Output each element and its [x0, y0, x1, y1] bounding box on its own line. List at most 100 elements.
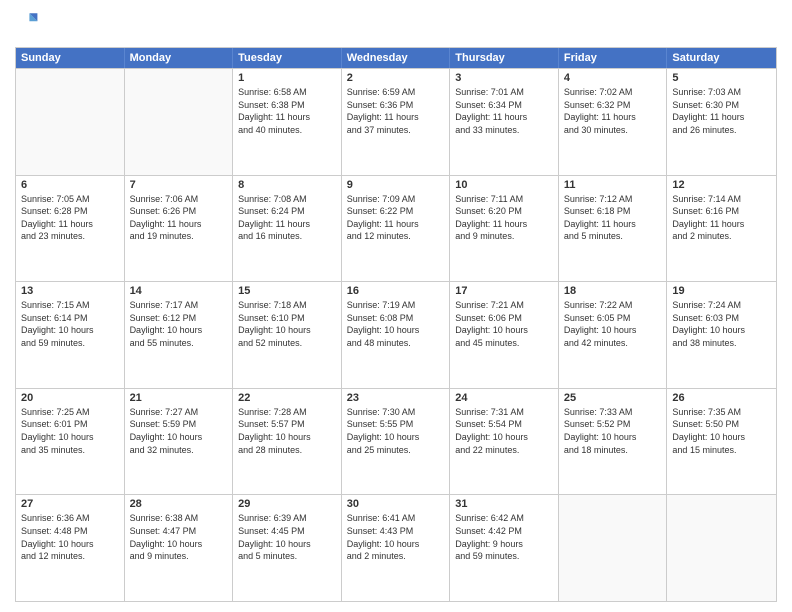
cell-text: Sunrise: 7:05 AMSunset: 6:28 PMDaylight:…	[21, 193, 119, 243]
cell-text: Sunrise: 6:59 AMSunset: 6:36 PMDaylight:…	[347, 86, 445, 136]
calendar-cell-3-5: 25 Sunrise: 7:33 AMSunset: 5:52 PMDayligh…	[559, 389, 668, 495]
header	[15, 10, 777, 39]
cell-text: Sunrise: 7:33 AMSunset: 5:52 PMDaylight:…	[564, 406, 662, 456]
day-number: 31	[455, 498, 553, 510]
logo	[15, 10, 41, 39]
page: SundayMondayTuesdayWednesdayThursdayFrid…	[0, 0, 792, 612]
cell-text: Sunrise: 7:12 AMSunset: 6:18 PMDaylight:…	[564, 193, 662, 243]
cell-text: Sunrise: 6:39 AMSunset: 4:45 PMDaylight:…	[238, 512, 336, 562]
day-number: 23	[347, 392, 445, 404]
calendar-cell-2-0: 13 Sunrise: 7:15 AMSunset: 6:14 PMDayligh…	[16, 282, 125, 388]
cell-text: Sunrise: 7:21 AMSunset: 6:06 PMDaylight:…	[455, 299, 553, 349]
day-number: 1	[238, 72, 336, 84]
header-cell-saturday: Saturday	[667, 48, 776, 68]
cell-text: Sunrise: 7:11 AMSunset: 6:20 PMDaylight:…	[455, 193, 553, 243]
cell-text: Sunrise: 7:14 AMSunset: 6:16 PMDaylight:…	[672, 193, 771, 243]
cell-text: Sunrise: 7:02 AMSunset: 6:32 PMDaylight:…	[564, 86, 662, 136]
calendar-cell-4-0: 27 Sunrise: 6:36 AMSunset: 4:48 PMDayligh…	[16, 495, 125, 601]
day-number: 26	[672, 392, 771, 404]
day-number: 19	[672, 285, 771, 297]
header-cell-tuesday: Tuesday	[233, 48, 342, 68]
calendar-cell-1-1: 7 Sunrise: 7:06 AMSunset: 6:26 PMDaylight…	[125, 176, 234, 282]
day-number: 30	[347, 498, 445, 510]
calendar-cell-4-2: 29 Sunrise: 6:39 AMSunset: 4:45 PMDayligh…	[233, 495, 342, 601]
cell-text: Sunrise: 7:35 AMSunset: 5:50 PMDaylight:…	[672, 406, 771, 456]
day-number: 3	[455, 72, 553, 84]
calendar-cell-4-1: 28Sunrise: 6:38 AMSunset: 4:47 PMDayligh…	[125, 495, 234, 601]
day-number: 6	[21, 179, 119, 191]
calendar-cell-0-1	[125, 69, 234, 175]
calendar-cell-0-2: 1 Sunrise: 6:58 AMSunset: 6:38 PMDaylight…	[233, 69, 342, 175]
day-number: 18	[564, 285, 662, 297]
header-cell-sunday: Sunday	[16, 48, 125, 68]
calendar-cell-2-2: 15 Sunrise: 7:18 AMSunset: 6:10 PMDayligh…	[233, 282, 342, 388]
header-cell-friday: Friday	[559, 48, 668, 68]
day-number: 11	[564, 179, 662, 191]
day-number: 10	[455, 179, 553, 191]
calendar-cell-1-4: 10 Sunrise: 7:11 AMSunset: 6:20 PMDayligh…	[450, 176, 559, 282]
cell-text: Sunrise: 7:08 AMSunset: 6:24 PMDaylight:…	[238, 193, 336, 243]
cell-text: Sunrise: 6:36 AMSunset: 4:48 PMDaylight:…	[21, 512, 119, 562]
calendar-cell-3-1: 21 Sunrise: 7:27 AMSunset: 5:59 PMDayligh…	[125, 389, 234, 495]
calendar-cell-0-4: 3 Sunrise: 7:01 AMSunset: 6:34 PMDaylight…	[450, 69, 559, 175]
header-cell-thursday: Thursday	[450, 48, 559, 68]
header-cell-wednesday: Wednesday	[342, 48, 451, 68]
cell-text: Sunrise: 7:01 AMSunset: 6:34 PMDaylight:…	[455, 86, 553, 136]
cell-text: Sunrise: 7:22 AMSunset: 6:05 PMDaylight:…	[564, 299, 662, 349]
calendar-row-4: 27 Sunrise: 6:36 AMSunset: 4:48 PMDayligh…	[16, 494, 776, 601]
day-number: 22	[238, 392, 336, 404]
day-number: 27	[21, 498, 119, 510]
calendar-row-0: 1 Sunrise: 6:58 AMSunset: 6:38 PMDaylight…	[16, 68, 776, 175]
cell-text: Sunrise: 7:15 AMSunset: 6:14 PMDaylight:…	[21, 299, 119, 349]
cell-text: Sunrise: 7:03 AMSunset: 6:30 PMDaylight:…	[672, 86, 771, 136]
day-number: 15	[238, 285, 336, 297]
cell-text: Sunrise: 7:30 AMSunset: 5:55 PMDaylight:…	[347, 406, 445, 456]
cell-text: Sunrise: 7:31 AMSunset: 5:54 PMDaylight:…	[455, 406, 553, 456]
cell-text: Sunrise: 7:18 AMSunset: 6:10 PMDaylight:…	[238, 299, 336, 349]
calendar-row-3: 20 Sunrise: 7:25 AMSunset: 6:01 PMDayligh…	[16, 388, 776, 495]
day-number: 20	[21, 392, 119, 404]
day-number: 14	[130, 285, 228, 297]
calendar: SundayMondayTuesdayWednesdayThursdayFrid…	[15, 47, 777, 602]
calendar-cell-2-5: 18 Sunrise: 7:22 AMSunset: 6:05 PMDayligh…	[559, 282, 668, 388]
cell-text: Sunrise: 7:24 AMSunset: 6:03 PMDaylight:…	[672, 299, 771, 349]
calendar-cell-3-4: 24Sunrise: 7:31 AMSunset: 5:54 PMDayligh…	[450, 389, 559, 495]
calendar-cell-0-5: 4Sunrise: 7:02 AMSunset: 6:32 PMDaylight…	[559, 69, 668, 175]
cell-text: Sunrise: 7:19 AMSunset: 6:08 PMDaylight:…	[347, 299, 445, 349]
cell-text: Sunrise: 6:41 AMSunset: 4:43 PMDaylight:…	[347, 512, 445, 562]
calendar-cell-2-4: 17Sunrise: 7:21 AMSunset: 6:06 PMDayligh…	[450, 282, 559, 388]
day-number: 9	[347, 179, 445, 191]
day-number: 7	[130, 179, 228, 191]
calendar-cell-0-6: 5 Sunrise: 7:03 AMSunset: 6:30 PMDaylight…	[667, 69, 776, 175]
day-number: 16	[347, 285, 445, 297]
calendar-cell-1-0: 6 Sunrise: 7:05 AMSunset: 6:28 PMDaylight…	[16, 176, 125, 282]
logo-icon	[15, 10, 39, 34]
calendar-cell-3-3: 23 Sunrise: 7:30 AMSunset: 5:55 PMDayligh…	[342, 389, 451, 495]
cell-text: Sunrise: 7:09 AMSunset: 6:22 PMDaylight:…	[347, 193, 445, 243]
day-number: 8	[238, 179, 336, 191]
day-number: 5	[672, 72, 771, 84]
calendar-cell-4-6	[667, 495, 776, 601]
day-number: 25	[564, 392, 662, 404]
calendar-row-2: 13 Sunrise: 7:15 AMSunset: 6:14 PMDayligh…	[16, 281, 776, 388]
calendar-body: 1 Sunrise: 6:58 AMSunset: 6:38 PMDaylight…	[16, 68, 776, 601]
calendar-cell-1-2: 8 Sunrise: 7:08 AMSunset: 6:24 PMDaylight…	[233, 176, 342, 282]
calendar-cell-1-5: 11 Sunrise: 7:12 AMSunset: 6:18 PMDayligh…	[559, 176, 668, 282]
day-number: 13	[21, 285, 119, 297]
calendar-cell-2-1: 14Sunrise: 7:17 AMSunset: 6:12 PMDayligh…	[125, 282, 234, 388]
calendar-row-1: 6 Sunrise: 7:05 AMSunset: 6:28 PMDaylight…	[16, 175, 776, 282]
cell-text: Sunrise: 6:38 AMSunset: 4:47 PMDaylight:…	[130, 512, 228, 562]
header-cell-monday: Monday	[125, 48, 234, 68]
calendar-cell-3-0: 20 Sunrise: 7:25 AMSunset: 6:01 PMDayligh…	[16, 389, 125, 495]
cell-text: Sunrise: 7:27 AMSunset: 5:59 PMDaylight:…	[130, 406, 228, 456]
calendar-cell-1-6: 12Sunrise: 7:14 AMSunset: 6:16 PMDayligh…	[667, 176, 776, 282]
cell-text: Sunrise: 7:25 AMSunset: 6:01 PMDaylight:…	[21, 406, 119, 456]
calendar-cell-0-0	[16, 69, 125, 175]
cell-text: Sunrise: 7:28 AMSunset: 5:57 PMDaylight:…	[238, 406, 336, 456]
calendar-cell-0-3: 2Sunrise: 6:59 AMSunset: 6:36 PMDaylight…	[342, 69, 451, 175]
calendar-cell-1-3: 9 Sunrise: 7:09 AMSunset: 6:22 PMDaylight…	[342, 176, 451, 282]
cell-text: Sunrise: 7:06 AMSunset: 6:26 PMDaylight:…	[130, 193, 228, 243]
cell-text: Sunrise: 6:58 AMSunset: 6:38 PMDaylight:…	[238, 86, 336, 136]
day-number: 29	[238, 498, 336, 510]
day-number: 21	[130, 392, 228, 404]
